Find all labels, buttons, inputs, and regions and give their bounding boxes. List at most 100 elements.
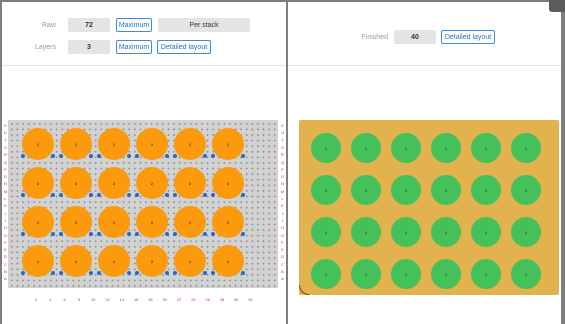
row-letter-right: N: [281, 181, 284, 187]
finished-part-circle[interactable]: 2: [431, 259, 461, 289]
raw-part-circle[interactable]: 2: [22, 245, 54, 277]
raw-part-circle[interactable]: 2: [60, 245, 92, 277]
raw-part-circle[interactable]: 2: [22, 167, 54, 199]
finished-part-circle[interactable]: 1: [471, 175, 501, 205]
raw-part-circle[interactable]: 2: [60, 128, 92, 160]
row-letter-right: R: [281, 152, 284, 158]
raw-part-circle[interactable]: 2: [136, 167, 168, 199]
finished-part-circle[interactable]: 1: [511, 175, 541, 205]
locating-peg: [173, 271, 177, 275]
raw-part-circle[interactable]: 2: [136, 206, 168, 238]
finished-part-circle[interactable]: 2: [431, 175, 461, 205]
row-letter-right: G: [280, 232, 285, 238]
row-letter-right: M: [280, 188, 285, 194]
raw-part-circle[interactable]: 2: [22, 128, 54, 160]
row-letter-left: H: [4, 225, 7, 231]
row-letter-right: T: [281, 137, 284, 143]
row-letter-right: F: [281, 239, 284, 245]
raw-part-circle[interactable]: 2: [212, 206, 244, 238]
locating-peg: [127, 193, 131, 197]
finished-part-circle[interactable]: 2: [311, 175, 341, 205]
finished-part-circle[interactable]: 2: [351, 175, 381, 205]
locating-peg: [211, 232, 215, 236]
locating-peg: [173, 232, 177, 236]
finished-part-circle[interactable]: 2: [391, 217, 421, 247]
locating-peg: [241, 193, 245, 197]
finished-panel: Finished 40 Detailed layout 111111222211…: [288, 2, 561, 324]
finished-part-circle[interactable]: 2: [471, 259, 501, 289]
raw-part-circle[interactable]: 2: [22, 206, 54, 238]
locating-peg: [241, 271, 245, 275]
raw-part-circle[interactable]: 2: [98, 206, 130, 238]
locating-peg: [211, 271, 215, 275]
finished-part-circle[interactable]: 1: [431, 133, 461, 163]
finished-part-circle[interactable]: 1: [391, 133, 421, 163]
finished-part-circle[interactable]: 2: [511, 259, 541, 289]
row-letter-left: D: [4, 254, 7, 260]
raw-part-circle[interactable]: 2: [98, 167, 130, 199]
locating-peg: [165, 232, 169, 236]
finished-count-field[interactable]: 40: [394, 30, 436, 44]
raw-part-circle[interactable]: 2: [174, 128, 206, 160]
raw-controls: Raw 72 Maximum Per stack Layers 3 Maximu…: [2, 2, 286, 66]
raw-part-circle[interactable]: 2: [212, 245, 244, 277]
raw-part-circle[interactable]: 2: [136, 128, 168, 160]
finished-part-circle[interactable]: 1: [351, 133, 381, 163]
raw-part-circle[interactable]: 2: [212, 128, 244, 160]
row-letter-right: Q: [280, 159, 285, 165]
per-stack-select[interactable]: Per stack: [158, 18, 250, 32]
finished-part-circle[interactable]: 2: [471, 217, 501, 247]
raw-part-circle[interactable]: 2: [174, 206, 206, 238]
raw-part-circle[interactable]: 2: [174, 167, 206, 199]
scrollbar-handle[interactable]: [549, 0, 565, 12]
layers-maximum-button[interactable]: Maximum: [116, 40, 152, 54]
finished-part-circle[interactable]: 2: [391, 175, 421, 205]
finished-part-circle[interactable]: 2: [351, 259, 381, 289]
finished-part-circle[interactable]: 2: [391, 259, 421, 289]
column-number: 16: [133, 297, 139, 302]
finished-part-circle[interactable]: 2: [311, 259, 341, 289]
raw-part-circle[interactable]: 2: [174, 245, 206, 277]
row-letter-right: H: [281, 225, 284, 231]
raw-detailed-layout-button[interactable]: Detailed layout: [157, 40, 211, 54]
finished-part-circle[interactable]: 2: [431, 217, 461, 247]
raw-part-circle[interactable]: 2: [98, 128, 130, 160]
row-letter-right: O: [280, 174, 285, 180]
layers-label: Layers: [34, 44, 56, 51]
raw-part-circle[interactable]: 2: [60, 206, 92, 238]
locating-peg: [59, 193, 63, 197]
row-letter-left: S: [4, 144, 7, 150]
column-number: 24: [191, 297, 196, 302]
locating-peg: [97, 154, 101, 158]
raw-part-circle[interactable]: 2: [98, 245, 130, 277]
row-letter-right: J: [281, 210, 284, 216]
column-number: 30: [233, 297, 239, 302]
raw-part-circle[interactable]: 2: [212, 167, 244, 199]
layers-count-field[interactable]: 3: [68, 40, 110, 54]
finished-part-circle[interactable]: 2: [511, 217, 541, 247]
column-number: 14: [119, 297, 125, 302]
finished-part-circle[interactable]: 2: [311, 217, 341, 247]
row-letter-left: G: [3, 232, 8, 238]
raw-count-field[interactable]: 72: [68, 18, 110, 32]
locating-peg: [211, 154, 215, 158]
locating-peg: [203, 193, 207, 197]
finished-part-circle[interactable]: 1: [511, 133, 541, 163]
raw-maximum-button[interactable]: Maximum: [116, 18, 152, 32]
finished-detailed-layout-button[interactable]: Detailed layout: [441, 30, 495, 44]
finished-part-circle[interactable]: 1: [311, 133, 341, 163]
raw-stock-board: 222222222222222222222222: [8, 120, 278, 288]
row-letter-left: T: [4, 137, 7, 143]
column-number: 8: [77, 297, 80, 302]
finished-board: 111111222211222222222222: [299, 120, 559, 295]
locating-peg: [135, 154, 139, 158]
raw-part-circle[interactable]: 2: [60, 167, 92, 199]
finished-part-circle[interactable]: 1: [471, 133, 501, 163]
row-letter-left: K: [4, 203, 7, 209]
row-letter-right: E: [281, 247, 284, 253]
raw-part-circle[interactable]: 2: [136, 245, 168, 277]
row-letter-right: V: [281, 123, 284, 128]
column-number: 28: [219, 297, 225, 302]
locating-peg: [203, 271, 207, 275]
finished-part-circle[interactable]: 2: [351, 217, 381, 247]
